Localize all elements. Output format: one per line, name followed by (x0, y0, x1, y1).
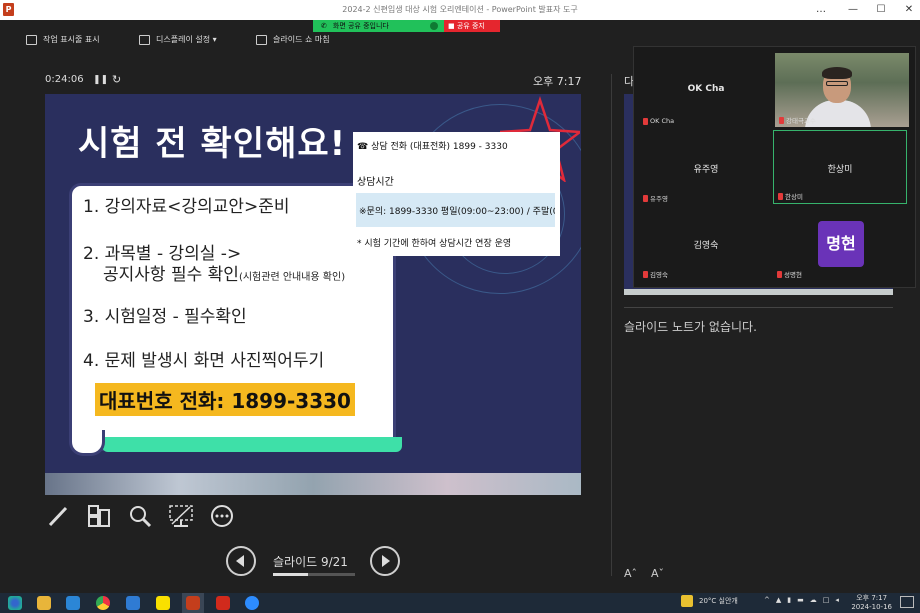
hotline-banner: 대표번호 전화: 1899-3330 (95, 383, 355, 416)
participant-name: 김영숙 (693, 241, 719, 251)
taskbar-clock[interactable]: 오후 7:17 2024-10-16 (851, 594, 892, 612)
slideshow-icon (256, 34, 267, 45)
muted-mic-icon (643, 194, 648, 202)
zoom-magnifier-icon[interactable] (127, 503, 153, 529)
checklist-item: 3. 시험일정 - 필수확인 (83, 307, 247, 327)
more-options-button[interactable]: … (806, 2, 836, 18)
file-explorer-icon[interactable] (37, 596, 51, 610)
black-screen-icon[interactable] (168, 503, 194, 529)
show-taskbar-button[interactable]: 작업 표시줄 표시 (26, 34, 100, 45)
participant-name: OK Cha (687, 84, 725, 94)
speaker-notes: 슬라이드 노트가 없습니다. (624, 320, 757, 334)
mail-icon[interactable] (126, 596, 140, 610)
pen-icon[interactable] (45, 503, 71, 529)
video-gallery[interactable]: OK Cha OK Cha 강태극교수 유주영 유주영 한상미 한상미 김영숙 … (633, 46, 916, 288)
minimize-button[interactable]: — (838, 2, 868, 18)
participant-tile[interactable]: 유주영 유주영 (639, 131, 773, 205)
tray-icons[interactable]: ^▲▮▬☁□◂ (764, 596, 845, 604)
weather-text[interactable]: 20°C 실안개 (699, 596, 738, 606)
slide-progress-bar (273, 573, 355, 576)
slide-title: 시험 전 확인해요! (78, 124, 347, 164)
consult-note: * 시험 기간에 한하여 상담시간 연장 운영 (357, 239, 512, 249)
pause-icon[interactable]: ❚❚ (93, 75, 108, 85)
slide-progress-fill (273, 573, 309, 576)
shield-icon (430, 22, 438, 30)
chrome-icon[interactable] (96, 596, 110, 610)
previous-slide-button[interactable] (226, 546, 256, 576)
notes-divider (624, 307, 893, 308)
more-options-icon[interactable] (209, 503, 235, 529)
muted-mic-icon (779, 116, 784, 124)
windows-taskbar: 20°C 실안개 ^▲▮▬☁□◂ 오후 7:17 2024-10-16 (0, 593, 920, 613)
powerpoint-taskbar-icon[interactable] (186, 596, 200, 610)
participant-label: 성명현 (777, 269, 802, 279)
participant-label: OK Cha (643, 117, 674, 125)
see-all-slides-icon[interactable] (86, 503, 112, 529)
maximize-button[interactable]: ☐ (866, 2, 896, 18)
muted-mic-icon (777, 270, 782, 278)
checklist-item: 1. 강의자료<강의교안>준비 (83, 197, 290, 217)
consult-hours-label: 상담시간 (357, 177, 394, 188)
reset-timer-icon[interactable]: ↻ (112, 73, 121, 86)
consult-hours: ※문의: 1899-3330 평일(09:00~23:00) / 주말(09:0… (356, 193, 555, 227)
notes-font-controls: Aˆ Aˇ (624, 567, 664, 580)
consult-phone: ☎ 상담 전화 (대표전화) 1899 - 3330 (357, 142, 508, 152)
participant-label: 유주영 (643, 193, 668, 203)
participant-tile[interactable]: OK Cha OK Cha (639, 53, 773, 127)
participant-avatar: 명현 (818, 221, 864, 267)
current-time: 오후 7:17 (533, 75, 582, 88)
current-slide[interactable]: 시험 전 확인해요! 1. 강의자료<강의교안>준비 2. 과목별 - 강의실 … (45, 94, 581, 495)
increase-font-button[interactable]: Aˆ (624, 567, 637, 580)
phone-icon: ✆ (321, 22, 327, 30)
window-title: 2024-2 신편입생 대상 시험 오리엔테이션 - PowerPoint 발표… (342, 5, 578, 14)
close-button[interactable]: ✕ (894, 2, 920, 18)
participant-tile[interactable]: 강태극교수 (775, 53, 909, 127)
elapsed-timer: 0:24:06 (45, 74, 84, 85)
participant-label: 강태극교수 (779, 115, 816, 125)
checklist-item: 2. 과목별 - 강의실 -> (83, 244, 242, 264)
muted-mic-icon (643, 270, 648, 278)
edge-icon[interactable] (8, 596, 22, 610)
slide-counter[interactable]: 슬라이드 9/21 (273, 553, 348, 570)
participant-name: 유주영 (693, 165, 719, 175)
muted-mic-icon (643, 117, 648, 125)
presenter-tools (45, 503, 235, 529)
video-hair (822, 67, 852, 79)
store-icon[interactable] (66, 596, 80, 610)
zoom-icon[interactable] (245, 596, 259, 610)
decrease-font-button[interactable]: Aˇ (651, 567, 664, 580)
muted-mic-icon (778, 192, 783, 200)
display-settings-button[interactable]: 디스플레이 설정 ▾ (139, 34, 217, 45)
card-shadow (102, 437, 402, 452)
consult-info-box: ☎ 상담 전화 (대표전화) 1899 - 3330 상담시간 ※문의: 189… (353, 132, 560, 256)
participant-tile[interactable]: 김영숙 김영숙 (639, 207, 773, 281)
slide-navigation: 슬라이드 9/21 (226, 546, 401, 576)
participant-label: 한상미 (778, 191, 803, 201)
acrobat-icon[interactable] (216, 596, 230, 610)
next-slide-button[interactable] (370, 546, 400, 576)
video-glasses (826, 81, 848, 86)
taskbar-icon (26, 34, 37, 45)
presenter-toolbar: 작업 표시줄 표시 디스플레이 설정 ▾ 슬라이드 쇼 마침 (0, 30, 600, 52)
slide-footer-strip (45, 473, 581, 495)
notification-icon[interactable] (900, 596, 914, 608)
checklist-item: 4. 문제 발생시 화면 사진찍어두기 (83, 351, 325, 371)
title-bar: P 2024-2 신편입생 대상 시험 오리엔테이션 - PowerPoint … (0, 0, 920, 20)
display-icon (139, 34, 150, 45)
card-curl (69, 430, 105, 456)
kakaotalk-icon[interactable] (156, 596, 170, 610)
participant-label: 김영숙 (643, 269, 668, 279)
weather-icon[interactable] (681, 595, 693, 607)
participant-name: 한상미 (827, 165, 853, 175)
participant-tile[interactable]: 명현 성명현 (773, 207, 907, 281)
checklist-item: 공지사항 필수 확인(시험관련 안내내용 확인) (103, 265, 346, 285)
end-slideshow-button[interactable]: 슬라이드 쇼 마침 (256, 34, 330, 45)
panel-divider[interactable] (611, 74, 612, 576)
participant-tile-speaking[interactable]: 한상미 한상미 (773, 130, 907, 204)
